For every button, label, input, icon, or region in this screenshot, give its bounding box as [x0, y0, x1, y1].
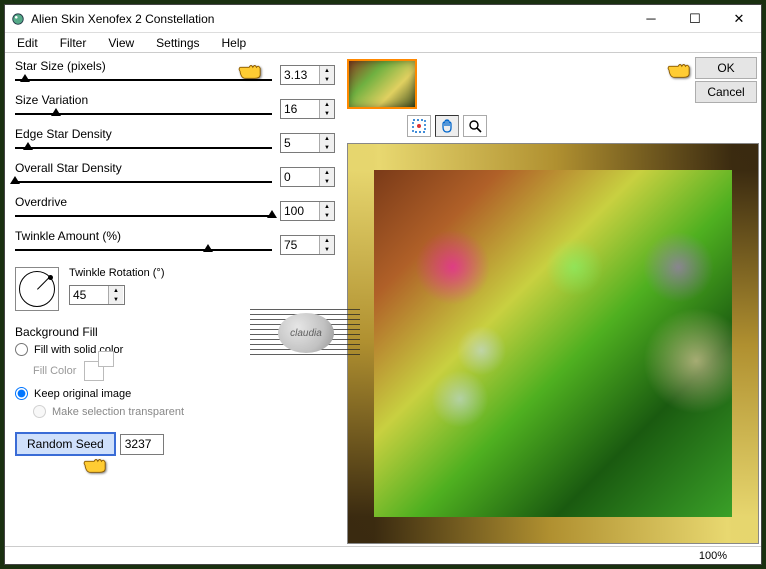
menu-edit[interactable]: Edit — [13, 34, 42, 52]
slider-size-variation: Size Variation ▲▼ — [15, 93, 335, 119]
close-button[interactable]: ✕ — [717, 5, 761, 33]
star-size-input[interactable] — [281, 66, 319, 84]
background-fill-group: Background Fill Fill with solid color Fi… — [15, 325, 335, 418]
window-controls: ─ ☐ ✕ — [629, 5, 761, 33]
app-icon — [11, 12, 25, 26]
fill-color-row: Fill Color — [15, 361, 335, 381]
marquee-tool-icon[interactable] — [407, 115, 431, 137]
radio-transparent-label: Make selection transparent — [52, 406, 184, 418]
twinkle-amount-label: Twinkle Amount (%) — [15, 229, 121, 243]
overdrive-track[interactable] — [15, 211, 272, 221]
zoom-level: 100% — [699, 550, 727, 562]
minimize-button[interactable]: ─ — [629, 5, 673, 33]
star-size-track[interactable] — [15, 75, 272, 85]
preview-viewport[interactable] — [347, 143, 759, 544]
zoom-tool-icon[interactable] — [463, 115, 487, 137]
edge-density-label: Edge Star Density — [15, 127, 112, 141]
background-fill-heading: Background Fill — [15, 325, 335, 339]
pointing-hand-icon — [665, 59, 695, 81]
thumbnail-area — [347, 59, 417, 109]
preview-image — [348, 144, 758, 543]
controls-panel: Star Size (pixels) ▲▼ Size Variation — [5, 53, 345, 546]
size-variation-track[interactable] — [15, 109, 272, 119]
radio-keep-original[interactable]: Keep original image — [15, 387, 335, 400]
maximize-button[interactable]: ☐ — [673, 5, 717, 33]
statusbar: 100% — [5, 546, 761, 564]
star-size-spinner[interactable]: ▲▼ — [280, 65, 335, 85]
twinkle-amount-spinner[interactable]: ▲▼ — [280, 235, 335, 255]
slider-overall-density: Overall Star Density ▲▼ — [15, 161, 335, 187]
twinkle-rotation-input[interactable] — [70, 286, 108, 304]
up-arrow-icon[interactable]: ▲ — [320, 66, 334, 75]
menubar: Edit Filter View Settings Help — [5, 33, 761, 53]
size-variation-spinner[interactable]: ▲▼ — [280, 99, 335, 119]
preview-panel: OK Cancel — [345, 53, 761, 546]
down-arrow-icon[interactable]: ▼ — [320, 75, 334, 84]
window-title: Alien Skin Xenofex 2 Constellation — [31, 12, 629, 26]
preview-tools — [407, 115, 487, 137]
slider-edge-density: Edge Star Density ▲▼ — [15, 127, 335, 153]
overall-density-label: Overall Star Density — [15, 161, 122, 175]
fill-color-label: Fill Color — [33, 365, 76, 377]
random-seed-input[interactable] — [120, 434, 164, 455]
ok-button[interactable]: OK — [695, 57, 757, 79]
twinkle-rotation-label: Twinkle Rotation (°) — [69, 267, 165, 279]
overall-density-input[interactable] — [281, 168, 319, 186]
slider-twinkle-amount: Twinkle Amount (%) ▲▼ — [15, 229, 335, 255]
menu-help[interactable]: Help — [218, 34, 251, 52]
radio-solid-color[interactable]: Fill with solid color — [15, 343, 335, 356]
preview-thumbnail[interactable] — [347, 59, 417, 109]
twinkle-rotation-spinner[interactable]: ▲▼ — [69, 285, 125, 305]
random-seed-row: Random Seed — [15, 432, 335, 456]
overdrive-spinner[interactable]: ▲▼ — [280, 201, 335, 221]
overall-density-spinner[interactable]: ▲▼ — [280, 167, 335, 187]
rotation-dial[interactable] — [15, 267, 59, 311]
menu-settings[interactable]: Settings — [152, 34, 203, 52]
slider-overdrive: Overdrive ▲▼ — [15, 195, 335, 221]
size-variation-label: Size Variation — [15, 93, 88, 107]
pointing-hand-icon — [81, 454, 111, 476]
radio-keep-label: Keep original image — [34, 388, 131, 400]
titlebar: Alien Skin Xenofex 2 Constellation ─ ☐ ✕ — [5, 5, 761, 33]
edge-density-input[interactable] — [281, 134, 319, 152]
edge-density-spinner[interactable]: ▲▼ — [280, 133, 335, 153]
random-seed-button[interactable]: Random Seed — [15, 432, 116, 456]
menu-view[interactable]: View — [104, 34, 138, 52]
twinkle-amount-input[interactable] — [281, 236, 319, 254]
twinkle-amount-track[interactable] — [15, 245, 272, 255]
overall-density-track[interactable] — [15, 177, 272, 187]
overdrive-label: Overdrive — [15, 195, 67, 209]
star-size-label: Star Size (pixels) — [15, 59, 106, 73]
radio-make-transparent: Make selection transparent — [15, 405, 335, 418]
hand-tool-icon[interactable] — [435, 115, 459, 137]
dialog-window: Alien Skin Xenofex 2 Constellation ─ ☐ ✕… — [4, 4, 762, 565]
size-variation-input[interactable] — [281, 100, 319, 118]
slider-star-size: Star Size (pixels) ▲▼ — [15, 59, 335, 85]
fill-color-swatch-bg[interactable] — [98, 351, 114, 367]
twinkle-rotation-group: Twinkle Rotation (°) ▲▼ — [15, 267, 335, 311]
edge-density-track[interactable] — [15, 143, 272, 153]
cancel-button[interactable]: Cancel — [695, 81, 757, 103]
menu-filter[interactable]: Filter — [56, 34, 91, 52]
overdrive-input[interactable] — [281, 202, 319, 220]
